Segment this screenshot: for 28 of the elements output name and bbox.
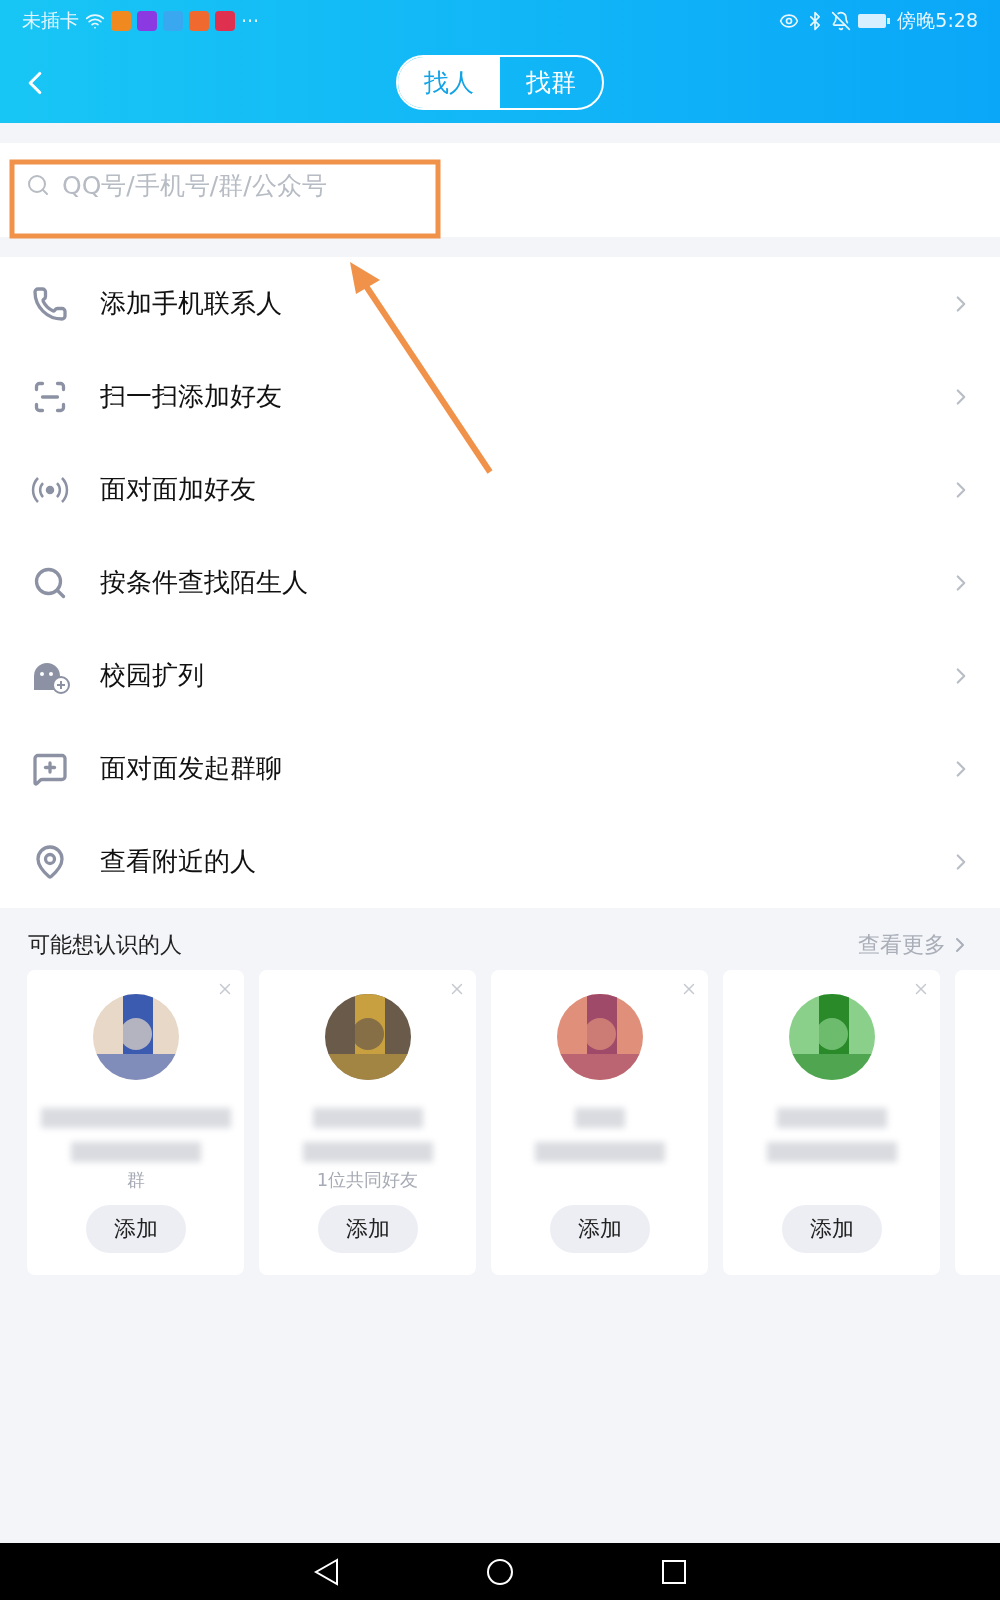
- app-notification-icon: [137, 11, 157, 31]
- add-button[interactable]: 添加: [317, 1205, 418, 1253]
- app-notification-icon: [189, 11, 209, 31]
- add-button[interactable]: 添加: [781, 1205, 882, 1253]
- back-nav-icon[interactable]: [313, 1557, 340, 1586]
- clock: 傍晚5:28: [897, 8, 978, 33]
- recents-nav-icon[interactable]: [660, 1558, 687, 1585]
- app-notification-icon: [111, 11, 131, 31]
- home-nav-icon[interactable]: [486, 1557, 514, 1586]
- phone-icon: [32, 285, 68, 322]
- card-note: 群: [126, 1168, 145, 1192]
- card-note: 1位共同好友: [316, 1168, 419, 1192]
- search-icon: [26, 173, 50, 197]
- bell-off-icon: [831, 11, 852, 31]
- carrier-text: 未插卡: [22, 8, 79, 33]
- eye-icon: [779, 11, 800, 31]
- more-notifications: ···: [241, 10, 260, 32]
- broadcast-icon: [31, 474, 69, 505]
- blurred-name: [574, 1108, 625, 1128]
- app-notification-icon: [215, 11, 235, 31]
- add-button[interactable]: 添加: [85, 1205, 186, 1253]
- app-notification-icon: [163, 11, 183, 31]
- wifi-icon: [85, 11, 105, 31]
- battery-icon: [857, 12, 892, 30]
- add-button[interactable]: 添加: [549, 1205, 650, 1253]
- section-title: 可能想认识的人: [28, 931, 183, 959]
- search-input[interactable]: QQ号/手机号/群/公众号: [60, 169, 974, 201]
- search-bar[interactable]: QQ号/手机号/群/公众号: [0, 143, 1000, 237]
